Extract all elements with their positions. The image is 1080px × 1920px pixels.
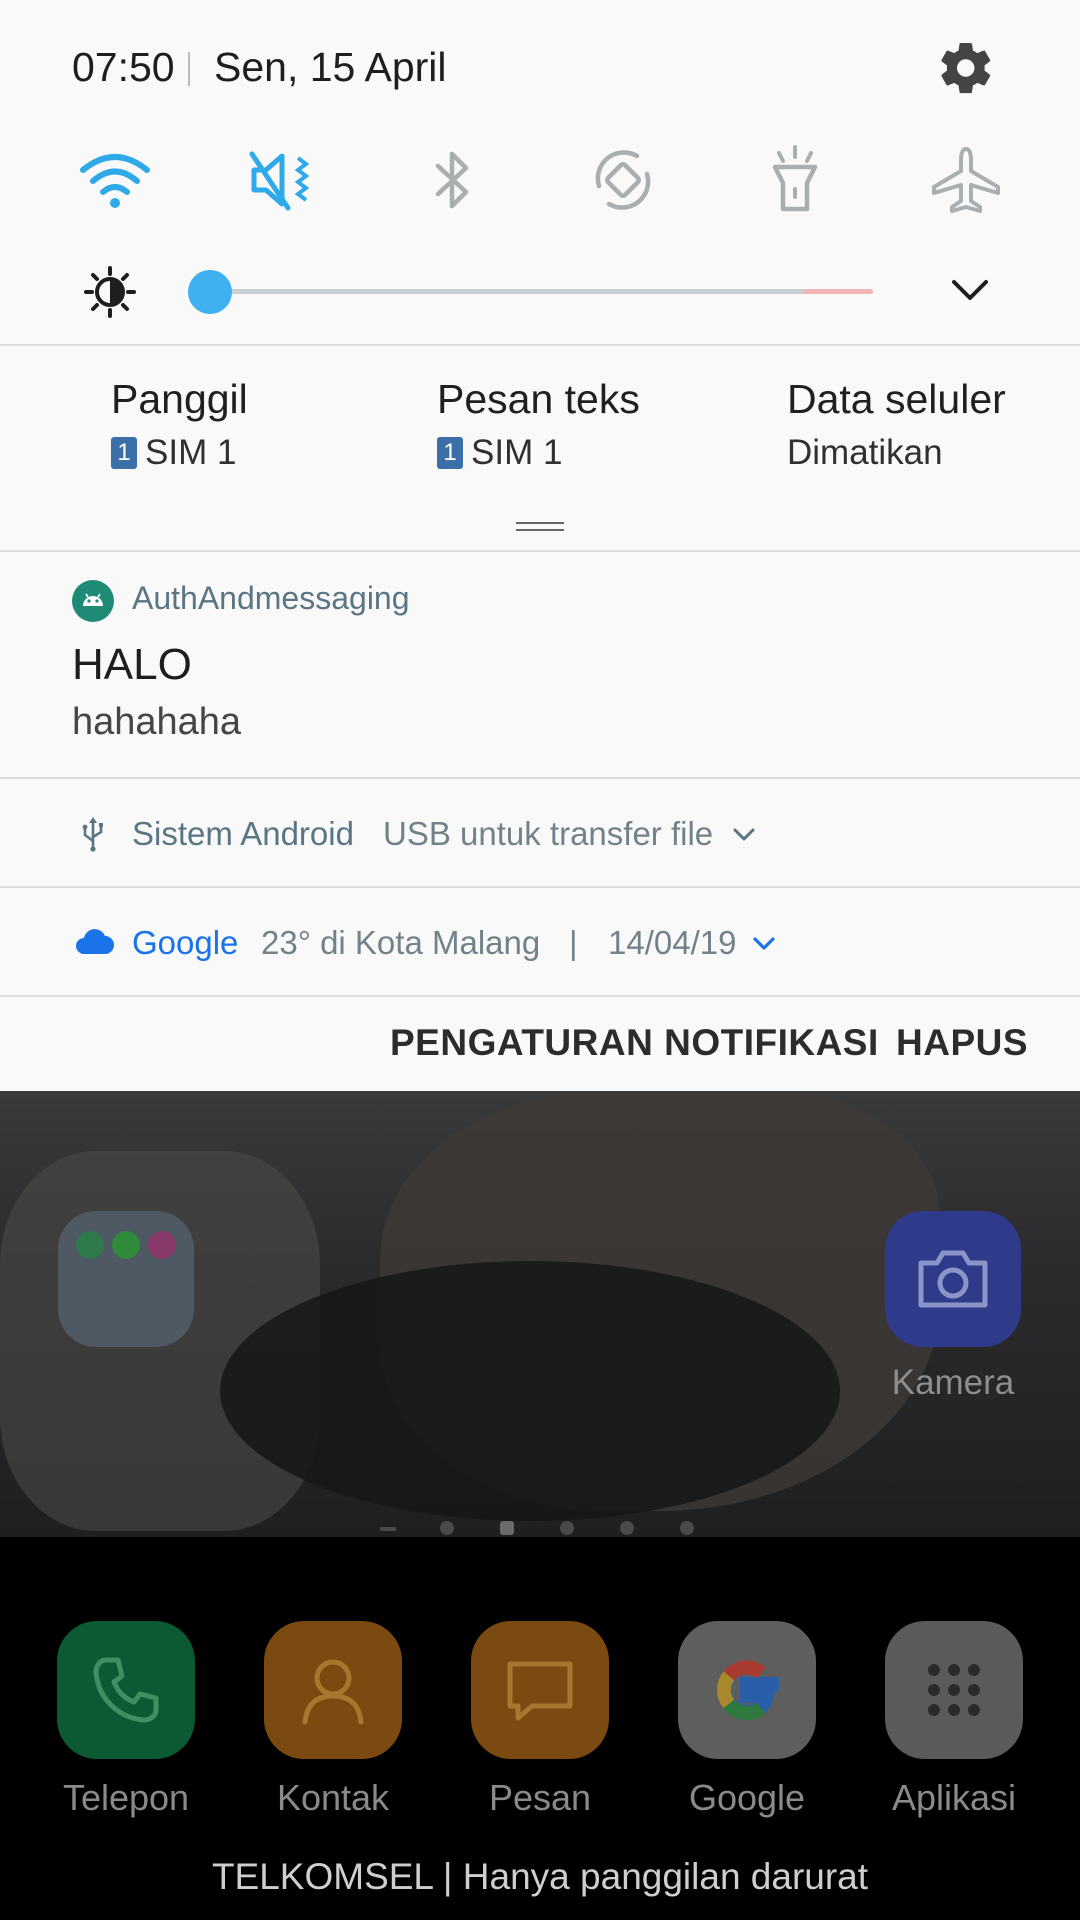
notification-usb[interactable]: Sistem Android USB untuk transfer file xyxy=(0,780,1080,888)
page-indicator xyxy=(380,1519,710,1535)
contacts-icon xyxy=(264,1621,402,1759)
notification-date: 14/04/19 xyxy=(608,924,737,961)
quick-settings-row xyxy=(0,140,1080,220)
home-wallpaper: Kamera xyxy=(0,1091,1080,1537)
sound-mode-toggle[interactable] xyxy=(241,140,327,220)
notification-title: HALO xyxy=(72,640,192,689)
sms-sim-title: Pesan teks xyxy=(437,376,640,422)
notification-body: hahahaha xyxy=(72,701,242,743)
wallpaper-shape xyxy=(220,1261,840,1521)
home-page-icon xyxy=(500,1521,514,1535)
notification-app-name: Google xyxy=(132,924,239,961)
contacts-app[interactable]: Kontak xyxy=(264,1621,402,1819)
bluetooth-toggle[interactable] xyxy=(410,140,496,220)
drag-handle[interactable] xyxy=(516,522,564,531)
messages-app[interactable]: Pesan xyxy=(471,1621,609,1819)
notification-shade: 07:50 Sen, 15 April Panggil 1 SIM 1 Pesa… xyxy=(0,0,1080,1091)
mute-icon xyxy=(249,151,310,211)
divider xyxy=(0,550,1080,552)
mobile-data-setting[interactable]: Data seluler Dimatikan xyxy=(787,376,1006,473)
clock: 07:50 xyxy=(72,44,175,90)
phone-app-label: Telepon xyxy=(62,1777,190,1818)
notification-app-name: Sistem Android xyxy=(132,815,354,852)
call-sim-title: Panggil xyxy=(111,376,248,422)
contacts-app-label: Kontak xyxy=(276,1777,390,1818)
notification-text: USB untuk transfer file xyxy=(383,815,714,852)
camera-icon xyxy=(918,1250,988,1308)
call-sim-setting[interactable]: Panggil 1 SIM 1 xyxy=(111,376,248,473)
sms-sim-label: SIM 1 xyxy=(471,433,563,472)
clear-all-button[interactable]: HAPUS xyxy=(896,1022,1028,1064)
sim-badge: 1 xyxy=(111,437,137,469)
airplane-mode-icon xyxy=(932,147,1000,213)
google-icon xyxy=(678,1621,816,1759)
phone-app[interactable]: Telepon xyxy=(57,1621,195,1819)
notification-google-weather[interactable]: Google 23° di Kota Malang | 14/04/19 xyxy=(0,889,1080,997)
apps-drawer[interactable]: Aplikasi xyxy=(885,1621,1023,1819)
shade-header: 07:50 Sen, 15 April xyxy=(0,0,1080,130)
google-app-label: Google xyxy=(688,1777,806,1818)
settings-gear-icon[interactable] xyxy=(936,38,996,98)
page-dot xyxy=(680,1521,694,1535)
apps-drawer-label: Aplikasi xyxy=(891,1777,1017,1818)
sim-settings: Panggil 1 SIM 1 Pesan teks 1 SIM 1 Data … xyxy=(0,346,1080,550)
call-sim-label: SIM 1 xyxy=(145,433,237,472)
divider xyxy=(0,777,1080,779)
expand-chevron-icon[interactable] xyxy=(749,928,779,958)
page-dot xyxy=(440,1521,454,1535)
date: Sen, 15 April xyxy=(214,44,447,90)
mobile-data-status: Dimatikan xyxy=(787,433,943,472)
divider xyxy=(0,886,1080,888)
header-separator xyxy=(188,52,190,86)
google-app[interactable]: Google xyxy=(678,1621,816,1819)
page-dot xyxy=(620,1521,634,1535)
notification-separator: | xyxy=(569,924,578,961)
line-icon xyxy=(112,1231,140,1259)
usb-icon xyxy=(74,815,112,853)
carrier-status-text: TELKOMSEL | Hanya panggilan darurat xyxy=(211,1856,869,1897)
expand-chevron-icon[interactable] xyxy=(729,819,759,849)
expand-chevron-icon[interactable] xyxy=(948,268,992,312)
instagram-icon xyxy=(148,1231,176,1259)
flashlight-toggle[interactable] xyxy=(752,140,838,220)
app-folder[interactable] xyxy=(58,1211,194,1347)
sim-badge: 1 xyxy=(437,437,463,469)
call-sim-value: 1 SIM 1 xyxy=(111,433,248,473)
camera-app-label: Kamera xyxy=(891,1363,1015,1402)
page-list-indicator xyxy=(380,1527,396,1531)
brightness-icon xyxy=(84,266,136,318)
page-dot xyxy=(560,1521,574,1535)
wifi-toggle[interactable] xyxy=(72,140,158,220)
wifi-icon xyxy=(80,154,150,208)
sms-sim-setting[interactable]: Pesan teks 1 SIM 1 xyxy=(437,376,640,473)
messages-icon xyxy=(471,1621,609,1759)
notification-settings-button[interactable]: PENGATURAN NOTIFIKASI xyxy=(390,1022,879,1064)
bluetooth-icon xyxy=(435,151,469,209)
flashlight-icon xyxy=(772,145,818,212)
notification-text: 23° di Kota Malang xyxy=(261,924,541,961)
auto-rotate-icon xyxy=(595,150,651,210)
auto-rotate-toggle[interactable] xyxy=(580,140,666,220)
brightness-row xyxy=(0,258,1080,324)
divider xyxy=(0,995,1080,997)
android-app-icon xyxy=(72,580,114,622)
sms-sim-value: 1 SIM 1 xyxy=(437,433,640,473)
notification-actions: PENGATURAN NOTIFIKASI HAPUS xyxy=(0,998,1080,1091)
airplane-mode-toggle[interactable] xyxy=(923,140,1009,220)
messages-app-label: Pesan xyxy=(488,1777,592,1818)
mobile-data-title: Data seluler xyxy=(787,376,1006,422)
apps-grid-icon xyxy=(885,1621,1023,1759)
phone-icon xyxy=(57,1621,195,1759)
notification-app-name: AuthAndmessaging xyxy=(132,580,410,616)
brightness-slider-knob[interactable] xyxy=(188,270,232,314)
brightness-slider-high-zone xyxy=(803,289,873,294)
cloud-icon xyxy=(74,924,114,962)
camera-app-icon[interactable] xyxy=(885,1211,1021,1347)
whatsapp-icon xyxy=(76,1231,104,1259)
brightness-slider-track[interactable] xyxy=(210,289,873,294)
